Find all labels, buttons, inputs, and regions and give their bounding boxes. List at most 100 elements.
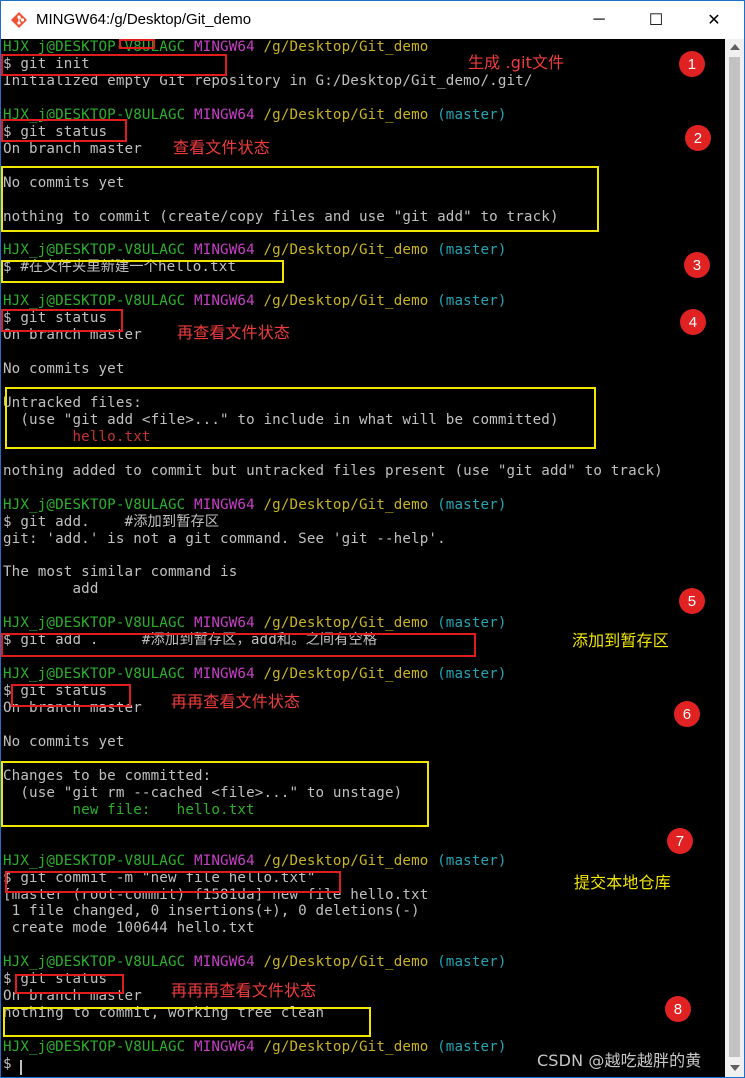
annotation-note: 添加到暂存区 xyxy=(572,631,669,650)
terminal-line: $ git add. #添加到暂存区 xyxy=(3,514,219,531)
step-badge: 3 xyxy=(684,252,710,278)
terminal-text: add xyxy=(3,581,99,598)
vertical-scrollbar[interactable] xyxy=(725,39,744,1077)
highlight-box xyxy=(1,761,429,827)
terminal-text: On branch master xyxy=(3,140,142,157)
terminal-window: MINGW64:/g/Desktop/Git_demo ─ ☐ ✕ HJX_j@… xyxy=(0,0,745,1078)
terminal-line: The most similar command is xyxy=(3,564,237,581)
watermark: CSDN @越吃越胖的黄 xyxy=(537,1051,702,1070)
terminal-text: /g/Desktop/Git_demo xyxy=(263,496,429,513)
terminal-text: HJX_j@DESKTOP-V8ULAGC xyxy=(3,242,186,259)
close-icon: ✕ xyxy=(707,12,721,29)
terminal-text: HJX_j@DESKTOP-V8ULAGC xyxy=(3,852,186,869)
terminal-text: /g/Desktop/Git_demo xyxy=(263,954,429,971)
close-button[interactable]: ✕ xyxy=(691,1,737,39)
terminal-text: HJX_j@DESKTOP-V8ULAGC xyxy=(3,496,186,513)
terminal-text: (master) xyxy=(437,106,507,123)
terminal-text: (master) xyxy=(437,242,507,259)
terminal-line: HJX_j@DESKTOP-V8ULAGC MINGW64 /g/Desktop… xyxy=(3,497,507,514)
terminal-line: nothing added to commit but untracked fi… xyxy=(3,463,663,480)
highlight-box xyxy=(1,54,227,76)
scrollbar-thumb[interactable] xyxy=(729,57,740,1057)
terminal-text: HJX_j@DESKTOP-V8ULAGC xyxy=(3,615,186,632)
terminal-text: (master) xyxy=(437,615,507,632)
terminal-text: MINGW64 xyxy=(194,666,255,683)
terminal-line: $ xyxy=(3,1056,20,1073)
terminal-line: No commits yet xyxy=(3,734,125,751)
terminal-text: /g/Desktop/Git_demo xyxy=(263,293,429,310)
terminal-text: /g/Desktop/Git_demo xyxy=(263,1039,429,1056)
terminal-text: MINGW64 xyxy=(194,39,255,55)
highlight-box xyxy=(3,1007,371,1037)
terminal-text: MINGW64 xyxy=(194,496,255,513)
terminal-line: create mode 100644 hello.txt xyxy=(3,920,255,937)
annotation-note: 查看文件状态 xyxy=(173,138,270,157)
terminal-text: MINGW64 xyxy=(194,106,255,123)
terminal-text: MINGW64 xyxy=(194,615,255,632)
maximize-icon: ☐ xyxy=(648,12,664,29)
minimize-button[interactable]: ─ xyxy=(576,1,622,39)
terminal-text: /g/Desktop/Git_demo xyxy=(263,615,429,632)
highlight-box xyxy=(119,39,155,49)
terminal-line: HJX_j@DESKTOP-V8ULAGC MINGW64 /g/Desktop… xyxy=(3,954,507,971)
terminal-text: $ xyxy=(3,1056,21,1072)
window-title: MINGW64:/g/Desktop/Git_demo xyxy=(36,11,252,28)
step-badge: 5 xyxy=(679,588,705,614)
terminal-text: /g/Desktop/Git_demo xyxy=(263,242,429,259)
highlight-box xyxy=(1,119,127,142)
annotation-note: 生成 .git文件 xyxy=(468,53,565,72)
terminal-text: nothing added to commit but untracked fi… xyxy=(3,462,663,479)
scroll-up-icon[interactable] xyxy=(730,44,740,50)
annotation-note: 提交本地仓库 xyxy=(574,873,671,892)
terminal-line: HJX_j@DESKTOP-V8ULAGC MINGW64 /g/Desktop… xyxy=(3,666,507,683)
terminal-text: The most similar command is xyxy=(3,564,238,581)
terminal-text: MINGW64 xyxy=(194,852,255,869)
terminal-line: HJX_j@DESKTOP-V8ULAGC MINGW64 /g/Desktop… xyxy=(3,853,507,870)
terminal-output[interactable]: HJX_j@DESKTOP-V8ULAGC MINGW64 /g/Desktop… xyxy=(1,39,725,1077)
terminal-text: HJX_j@DESKTOP-V8ULAGC xyxy=(3,666,186,683)
terminal-text: MINGW64 xyxy=(194,242,255,259)
maximize-button[interactable]: ☐ xyxy=(633,1,679,39)
annotation-note: 再再查看文件状态 xyxy=(171,692,301,711)
title-bar[interactable]: MINGW64:/g/Desktop/Git_demo ─ ☐ ✕ xyxy=(1,1,744,39)
terminal-text: No commits yet xyxy=(3,361,125,378)
highlight-box xyxy=(5,387,596,449)
highlight-box xyxy=(5,871,341,893)
terminal-text: (master) xyxy=(437,852,507,869)
terminal-line: HJX_j@DESKTOP-V8ULAGC MINGW64 /g/Desktop… xyxy=(3,242,507,259)
terminal-text: MINGW64 xyxy=(194,1039,255,1056)
text-cursor xyxy=(20,1060,22,1075)
minimize-icon: ─ xyxy=(593,11,605,28)
terminal-line: HJX_j@DESKTOP-V8ULAGC MINGW64 /g/Desktop… xyxy=(3,1039,507,1056)
annotation-note: 再再再查看文件状态 xyxy=(171,981,317,1000)
terminal-text: (master) xyxy=(437,954,507,971)
terminal-text: /g/Desktop/Git_demo xyxy=(263,852,429,869)
terminal-text: MINGW64 xyxy=(194,293,255,310)
terminal-text: create mode 100644 hello.txt xyxy=(3,920,255,937)
step-badge: 4 xyxy=(680,309,706,335)
highlight-box xyxy=(1,260,284,283)
terminal-line: HJX_j@DESKTOP-V8ULAGC MINGW64 /g/Desktop… xyxy=(3,615,507,632)
terminal-line: HJX_j@DESKTOP-V8ULAGC MINGW64 /g/Desktop… xyxy=(3,293,507,310)
scroll-down-icon[interactable] xyxy=(730,1065,740,1071)
step-badge: 8 xyxy=(665,996,691,1022)
terminal-line: git: 'add.' is not a git command. See 'g… xyxy=(3,531,446,548)
terminal-text: $ git add. #添加到暂存区 xyxy=(3,513,220,530)
terminal-line: 1 file changed, 0 insertions(+), 0 delet… xyxy=(3,903,420,920)
